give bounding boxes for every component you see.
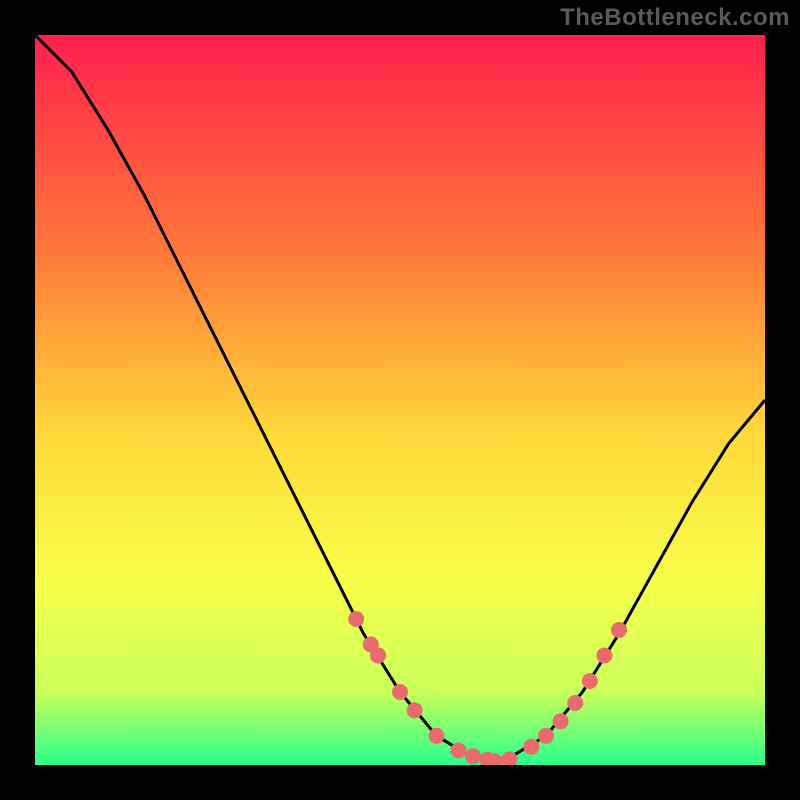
marker-dot (450, 742, 466, 758)
marker-dot (553, 713, 569, 729)
gradient-bg (35, 35, 765, 765)
watermark-label: TheBottleneck.com (560, 4, 790, 32)
marker-dot (465, 748, 481, 764)
marker-dot (611, 622, 627, 638)
chart-svg (35, 35, 765, 765)
marker-dot (407, 702, 423, 718)
marker-dot (392, 684, 408, 700)
marker-dot (429, 728, 445, 744)
marker-dot (348, 611, 364, 627)
marker-dot (370, 648, 386, 664)
marker-dot (567, 695, 583, 711)
chart-frame: TheBottleneck.com (0, 0, 800, 800)
marker-dot (523, 739, 539, 755)
plot-area (35, 35, 765, 765)
marker-dot (538, 728, 554, 744)
marker-dot (596, 648, 612, 664)
marker-dot (582, 673, 598, 689)
